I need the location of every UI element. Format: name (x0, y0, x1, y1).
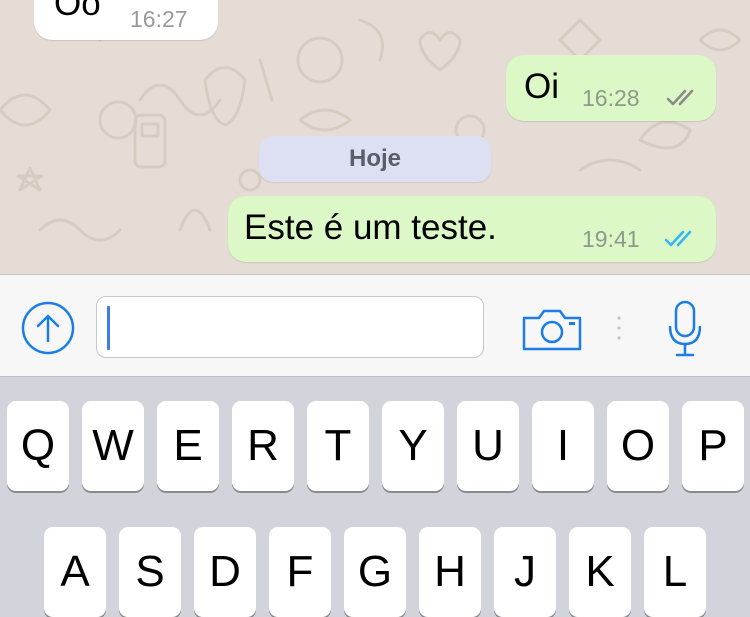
key-f[interactable]: F (269, 527, 331, 617)
text-cursor (107, 306, 110, 350)
double-check-gray-icon (666, 89, 694, 106)
key-y[interactable]: Y (382, 401, 444, 491)
message-text: Este é um teste. (244, 208, 497, 247)
message-composer (0, 274, 750, 376)
camera-icon (522, 309, 582, 351)
microphone-icon (668, 300, 702, 357)
arrow-up-circle-icon (21, 301, 75, 355)
camera-button[interactable] (521, 308, 583, 352)
key-d[interactable]: D (194, 527, 256, 617)
message-bubble-incoming[interactable]: Oo 16:27 (34, 0, 218, 40)
key-r[interactable]: R (232, 401, 294, 491)
key-q[interactable]: Q (7, 401, 69, 491)
message-text: Oo (54, 0, 101, 23)
key-g[interactable]: G (344, 527, 406, 617)
key-o[interactable]: O (607, 401, 669, 491)
double-check-blue-icon (664, 230, 692, 247)
on-screen-keyboard: Q W E R T Y U I O P A S D F G H J K L (0, 376, 750, 617)
key-h[interactable]: H (419, 527, 481, 617)
message-input[interactable] (96, 296, 484, 358)
key-e[interactable]: E (157, 401, 219, 491)
key-t[interactable]: T (307, 401, 369, 491)
date-separator: Hoje (259, 136, 491, 182)
key-k[interactable]: K (569, 527, 631, 617)
key-u[interactable]: U (457, 401, 519, 491)
key-l[interactable]: L (644, 527, 706, 617)
separator-dots (617, 316, 621, 340)
key-i[interactable]: I (532, 401, 594, 491)
message-bubble-outgoing[interactable]: Oi 16:28 (506, 55, 716, 121)
message-bubble-outgoing[interactable]: Este é um teste. 19:41 (228, 196, 716, 262)
key-j[interactable]: J (494, 527, 556, 617)
key-s[interactable]: S (119, 527, 181, 617)
key-a[interactable]: A (44, 527, 106, 617)
message-text: Oi (524, 67, 559, 106)
key-w[interactable]: W (82, 401, 144, 491)
message-time: 16:28 (582, 85, 640, 111)
message-time: 19:41 (582, 226, 640, 252)
message-time: 16:27 (130, 6, 188, 32)
chat-area[interactable]: Oo 16:27 Oi 16:28 Hoje Este é um teste. … (0, 0, 750, 274)
attach-button[interactable] (20, 300, 76, 356)
microphone-button[interactable] (667, 300, 703, 358)
key-p[interactable]: P (682, 401, 744, 491)
